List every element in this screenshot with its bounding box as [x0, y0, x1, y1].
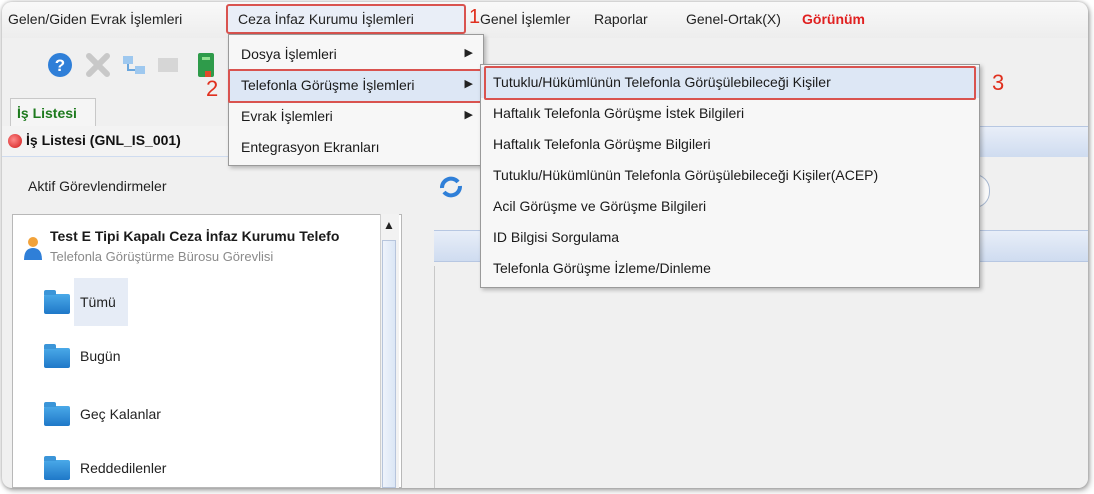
submenu-item-id-sorgulama[interactable]: ID Bilgisi Sorgulama	[481, 222, 979, 253]
step-3-label: 3	[992, 70, 1005, 95]
submenu-item-acep[interactable]: Tutuklu/Hükümlünün Telefonla Görüşülebil…	[481, 160, 979, 191]
menu-gelen-giden[interactable]: Gelen/Giden Evrak İşlemleri	[8, 11, 182, 27]
menu-genel-ortak[interactable]: Genel-Ortak(X)	[686, 11, 781, 27]
step-1-label: 1	[469, 6, 481, 28]
submenu-arrow-icon: ▶	[464, 47, 473, 59]
menu-genel-islemler[interactable]: Genel İşlemler	[480, 11, 570, 27]
svg-text:?: ?	[55, 56, 65, 75]
folder-icon	[44, 402, 70, 426]
folder-icon	[44, 290, 70, 314]
submenu-item-haftalik-bilgi[interactable]: Haftalık Telefonla Görüşme Bilgileri	[481, 129, 979, 160]
submenu-arrow-icon: ▶	[464, 109, 473, 121]
menu-bar: Gelen/Giden Evrak İşlemleri Ceza İnfaz K…	[2, 2, 1088, 38]
tree-institution-title[interactable]: Test E Tipi Kapalı Ceza İnfaz Kurumu Tel…	[50, 228, 339, 244]
tree-item-tumu[interactable]: Tümü	[80, 294, 116, 310]
close-tab-icon[interactable]	[8, 134, 22, 148]
scroll-up-icon[interactable]: ▲	[383, 218, 395, 232]
submenu-item-izleme[interactable]: Telefonla Görüşme İzleme/Dinleme	[481, 253, 979, 284]
tab-is-listesi[interactable]: İş Listesi	[10, 98, 96, 126]
submenu-item-haftalik-istek[interactable]: Haftalık Telefonla Görüşme İstek Bilgile…	[481, 98, 979, 129]
tree-item-bugun[interactable]: Bugün	[80, 348, 120, 364]
help-icon[interactable]: ?	[46, 51, 74, 79]
book-icon[interactable]	[192, 51, 220, 79]
menu-ceza-infaz[interactable]: Ceza İnfaz Kurumu İşlemleri	[238, 11, 414, 27]
is-listesi-title: İş Listesi (GNL_IS_001)	[26, 132, 181, 148]
divider	[434, 266, 435, 488]
menu-gorunum[interactable]: Görünüm	[802, 11, 865, 27]
delete-icon[interactable]	[84, 51, 112, 79]
folder-icon	[44, 456, 70, 480]
content-panel	[416, 262, 1088, 488]
dropdown-item-dosya[interactable]: Dosya İşlemleri ▶	[229, 39, 483, 70]
network-icon[interactable]	[120, 51, 148, 79]
menu-raporlar[interactable]: Raporlar	[594, 11, 648, 27]
screen-icon[interactable]	[154, 51, 182, 79]
dropdown-item-entegrasyon[interactable]: Entegrasyon Ekranları	[229, 132, 483, 163]
scrollbar-thumb[interactable]	[382, 240, 396, 488]
tree-item-reddedilenler[interactable]: Reddedilenler	[80, 460, 166, 476]
app-window: Gelen/Giden Evrak İşlemleri Ceza İnfaz K…	[2, 2, 1088, 488]
user-icon	[24, 237, 42, 260]
tree-role-subtitle: Telefonla Görüştürme Bürosu Görevlisi	[50, 249, 274, 264]
aktif-gorevlendirmeler-label: Aktif Görevlendirmeler	[28, 178, 167, 194]
dropdown-item-evrak[interactable]: Evrak İşlemleri ▶	[229, 101, 483, 132]
folder-icon	[44, 344, 70, 368]
submenu-highlight-box	[484, 66, 976, 100]
submenu-item-acil[interactable]: Acil Görüşme ve Görüşme Bilgileri	[481, 191, 979, 222]
telefonla-highlight-box	[228, 69, 484, 103]
step-2-label: 2	[206, 76, 219, 101]
refresh-icon[interactable]	[438, 176, 464, 198]
tree-item-gec-kalanlar[interactable]: Geç Kalanlar	[80, 406, 161, 422]
